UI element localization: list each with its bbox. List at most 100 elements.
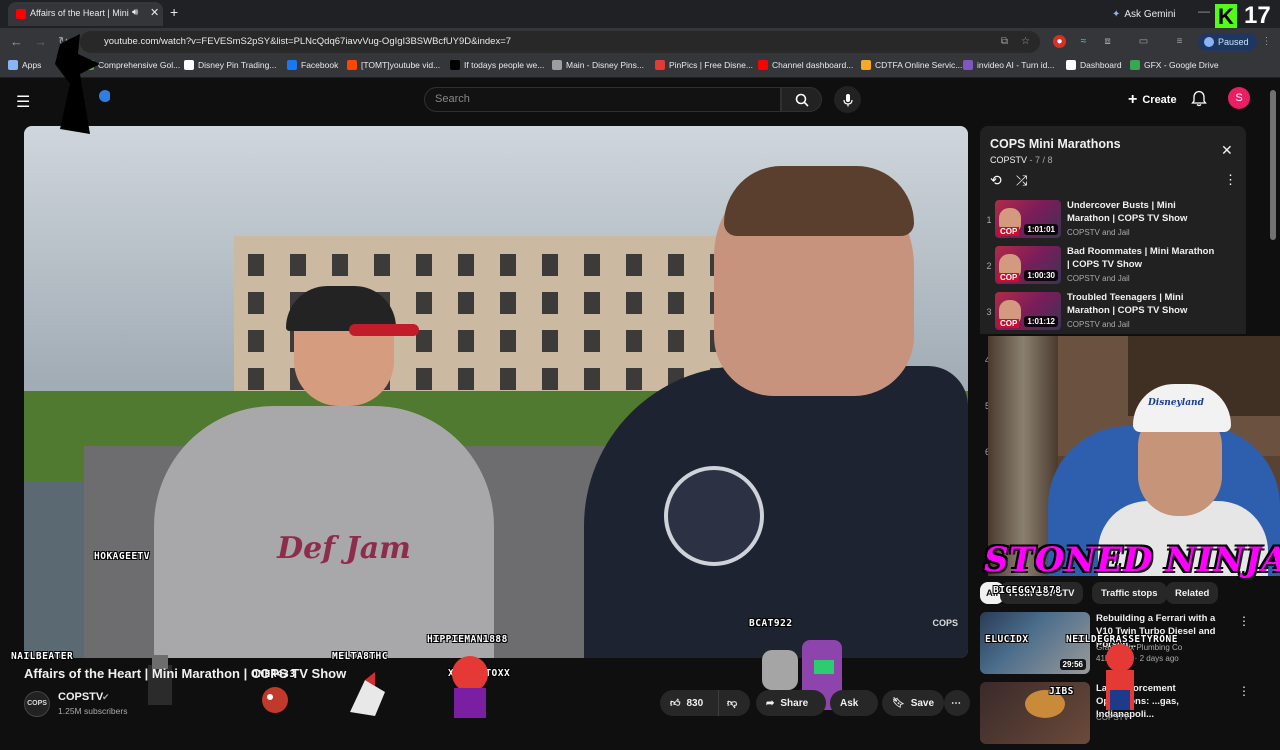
share-button[interactable]: ➦ Share: [756, 690, 826, 716]
bookmark-label: PinPics | Free Disne...: [669, 60, 753, 70]
url-text: youtube.com/watch?v=FEVESmS2pSY&list=PLN…: [104, 36, 512, 47]
search-button[interactable]: [781, 87, 822, 112]
playlist-item-title[interactable]: Undercover Busts | Mini Marathon | COPS …: [1067, 199, 1217, 225]
bookmark-label: GFX - Google Drive: [1144, 60, 1219, 70]
minimize-window-icon[interactable]: —: [1198, 4, 1210, 18]
media-controls-icon[interactable]: ≡: [1173, 35, 1186, 48]
back-icon[interactable]: ←: [10, 34, 23, 49]
bookmark-item[interactable]: PinPics | Free Disne...: [655, 60, 753, 70]
bookmark-item[interactable]: If todays people we...: [450, 60, 544, 70]
bookmark-item[interactable]: Dashboard: [1066, 60, 1122, 70]
close-icon[interactable]: ✕: [1221, 142, 1233, 159]
account-avatar[interactable]: S: [1228, 87, 1250, 109]
bookmark-label: Facebook: [301, 60, 339, 70]
bookmark-favicon-icon: [655, 60, 665, 70]
overlay-name-tag: JIBS: [1049, 686, 1074, 697]
browser-tab[interactable]: Affairs of the Heart | Mini Marathon 🔊︎ …: [8, 2, 163, 26]
overlay-name-tag: HIPPIEMAN1888: [427, 634, 508, 645]
mario-sprite-icon: [1106, 644, 1134, 710]
browser-menu-icon[interactable]: ⋮: [1260, 35, 1273, 48]
more-icon[interactable]: ⋮: [1238, 614, 1250, 628]
playlist-item-thumbnail[interactable]: COP 1:01:01: [995, 200, 1061, 238]
bookmark-favicon-icon: [287, 60, 297, 70]
playlist-item[interactable]: 3 COP 1:01:12 Troubled Teenagers | Mini Mar…: [980, 290, 1246, 334]
bookmark-item[interactable]: CDTFA Online Servic...: [861, 60, 962, 70]
playlist-item-duration: 1:01:12: [1024, 316, 1058, 327]
police-patch: [664, 466, 764, 566]
voice-search-button[interactable]: [834, 86, 861, 113]
search-input[interactable]: [435, 93, 765, 105]
ask-gemini-button[interactable]: ✦ Ask Gemini: [1104, 4, 1184, 24]
knight-sprite-icon: [148, 655, 172, 705]
overlay-counter: 17: [1244, 2, 1271, 29]
loop-icon[interactable]: ⟲: [990, 172, 1002, 189]
bookmark-item[interactable]: Apps: [8, 60, 41, 70]
playlist-item-duration: 1:00:30: [1024, 270, 1058, 281]
bookmark-item[interactable]: Main - Disney Pins...: [552, 60, 644, 70]
browser-address-bar: ← → ↻ youtube.com/watch?v=FEVESmS2pSY&li…: [0, 28, 1280, 56]
browser-tab-bar: Affairs of the Heart | Mini Marathon 🔊︎ …: [0, 0, 1280, 30]
video-watermark: COPS: [932, 618, 958, 628]
install-app-icon[interactable]: ⧉: [998, 35, 1011, 48]
like-count: 830: [686, 697, 704, 709]
plus-icon: +: [1128, 90, 1138, 108]
playlist-item-title[interactable]: Bad Roommates | Mini Marathon | COPS TV …: [1067, 245, 1217, 271]
new-tab-icon[interactable]: +: [170, 4, 178, 20]
playlist-item[interactable]: 2 COP 1:00:30 Bad Roommates | Mini Marathon…: [980, 244, 1246, 290]
search-box[interactable]: [424, 87, 781, 112]
overlay-name-tag: NAILBEATER: [11, 651, 74, 662]
bell-icon[interactable]: [1191, 90, 1207, 107]
playlist-item-title[interactable]: Troubled Teenagers | Mini Marathon | COP…: [1067, 291, 1217, 317]
playlist-position: 7 / 8: [1035, 155, 1053, 165]
playlist-item-channel: COPSTV and Jail: [1067, 320, 1130, 329]
menu-icon[interactable]: ☰: [16, 92, 30, 112]
bookmark-item[interactable]: invideo AI - Turn id...: [963, 60, 1054, 70]
bookmark-item[interactable]: GFX - Google Drive: [1130, 60, 1219, 70]
url-field[interactable]: youtube.com/watch?v=FEVESmS2pSY&list=PLN…: [80, 31, 1040, 53]
forward-icon[interactable]: →: [34, 34, 47, 49]
channel-avatar[interactable]: COPS: [24, 691, 50, 717]
bookmark-item[interactable]: Facebook: [287, 60, 338, 70]
bookmark-favicon-icon: [184, 60, 194, 70]
extension-translate-icon[interactable]: ≈: [1077, 35, 1090, 48]
channel-name[interactable]: COPSTV: [58, 691, 103, 703]
more-icon[interactable]: ⋮: [1224, 172, 1237, 188]
shuffle-icon[interactable]: ⤮: [1016, 172, 1027, 189]
filter-chip[interactable]: Related: [1166, 582, 1219, 604]
ninja-sprite-icon: [55, 34, 110, 134]
overlay-name-tag: NEILDEGRASSETYRONE: [1066, 634, 1178, 645]
more-icon[interactable]: ⋮: [1238, 684, 1250, 698]
playlist-channel[interactable]: COPSTV: [990, 155, 1027, 165]
creature-sprite-icon: [262, 687, 288, 713]
share-icon: ➦: [766, 697, 775, 709]
speaker-icon[interactable]: 🔊︎: [132, 7, 138, 18]
profile-paused-button[interactable]: Paused: [1198, 33, 1257, 51]
bookmark-label: CDTFA Online Servic...: [875, 60, 963, 70]
bookmark-favicon-icon: [552, 60, 562, 70]
dislike-button[interactable]: 👎︎: [718, 690, 750, 716]
filter-chip[interactable]: Traffic stops: [1092, 582, 1167, 604]
extension-red-icon[interactable]: ●: [1053, 35, 1066, 48]
page-scrollbar[interactable]: [1270, 90, 1276, 240]
playlist-item-thumbnail[interactable]: COP 1:01:12: [995, 292, 1061, 330]
video-player[interactable]: Def Jam COPS: [24, 126, 968, 658]
recommendation-duration: 29:56: [1059, 659, 1086, 670]
extensions-puzzle-icon[interactable]: ⧈: [1101, 35, 1114, 48]
like-button[interactable]: 👍︎ 830: [660, 690, 718, 716]
cops-logo-icon: COP: [998, 319, 1020, 328]
more-actions-button[interactable]: ⋯: [944, 690, 970, 716]
playlist-item[interactable]: 1 COP 1:01:01 Undercover Busts | Mini Marat…: [980, 198, 1246, 244]
playlist-title[interactable]: COPS Mini Marathons: [990, 137, 1121, 151]
ask-button[interactable]: Ask: [830, 690, 878, 716]
bookmark-star-icon[interactable]: ☆: [1019, 35, 1032, 48]
playlist-item-thumbnail[interactable]: COP 1:00:30: [995, 246, 1061, 284]
save-button[interactable]: 🔖︎ Save: [882, 690, 944, 716]
close-tab-icon[interactable]: ✕: [150, 6, 159, 19]
bookmark-item[interactable]: Disney Pin Trading...: [184, 60, 276, 70]
bookmark-item[interactable]: Channel dashboard...: [758, 60, 853, 70]
cops-logo-icon: COP: [998, 273, 1020, 282]
tab-search-icon[interactable]: ▭: [1137, 35, 1150, 48]
bookmark-item[interactable]: [TOMT]youtube vid...: [347, 60, 440, 70]
create-button[interactable]: + Create: [1120, 87, 1185, 112]
youtube-header: ☰ + Create S: [0, 79, 1280, 119]
